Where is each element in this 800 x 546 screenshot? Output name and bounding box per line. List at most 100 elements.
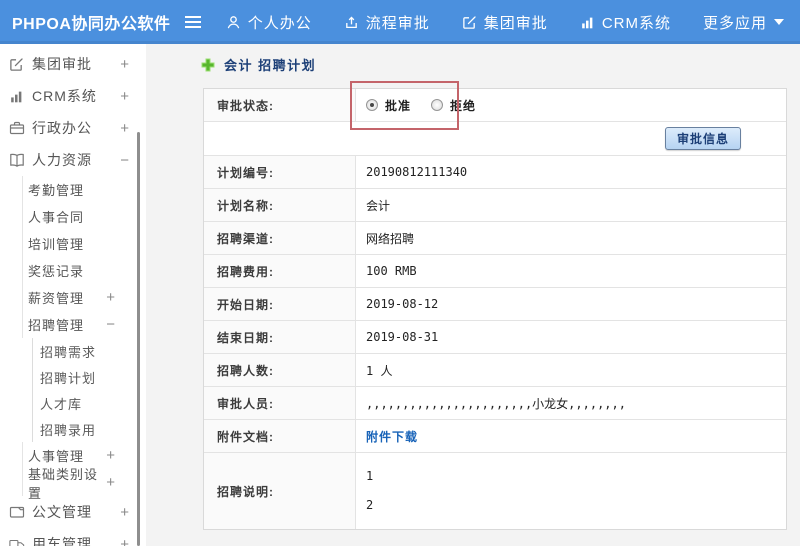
sidebar-item-label: 招聘管理 bbox=[28, 318, 85, 333]
sidebar-item-招聘管理[interactable]: 招聘管理 − bbox=[22, 311, 146, 338]
add-icon[interactable] bbox=[201, 58, 215, 72]
field-row: 计划编号: 20190812111340 bbox=[204, 156, 786, 189]
sidebar-item-培训管理[interactable]: 培训管理 bbox=[22, 230, 146, 257]
sidebar-item-label: 人才库 bbox=[40, 396, 83, 412]
field-value: 20190812111340 bbox=[366, 165, 468, 179]
expand-icon[interactable]: + bbox=[120, 121, 130, 136]
sidebar-menu: 集团审批 + CRM系统 + 行政办公 + 人力资源 − 考勤管理人事合同 培训管理奖惩记录薪资管… bbox=[0, 44, 146, 546]
edit-icon bbox=[462, 15, 477, 30]
collapse-icon[interactable]: − bbox=[120, 153, 130, 168]
sidebar-item-label: 薪资管理 bbox=[28, 291, 85, 306]
reject-radio[interactable] bbox=[431, 99, 444, 111]
sidebar-item-基础类别设置[interactable]: 基础类别设置 + bbox=[22, 467, 146, 501]
field-row: 审批人员: ,,,,,,,,,,,,,,,,,,,,,,,小龙女,,,,,,,, bbox=[204, 387, 786, 420]
field-row: 招聘费用: 100 RMB bbox=[204, 255, 786, 288]
button-row: 审批信息 bbox=[204, 122, 786, 156]
sidebar-item-行政办公[interactable]: 行政办公 + bbox=[0, 112, 146, 144]
sidebar-item-label: 考勤管理 bbox=[28, 183, 85, 198]
caret-down-icon bbox=[774, 19, 784, 25]
sidebar-item-label: CRM系统 bbox=[32, 88, 97, 104]
sidebar-item-人才库[interactable]: 人才库 bbox=[32, 390, 146, 416]
field-value: 会计 bbox=[366, 198, 391, 213]
field-label: 招聘渠道: bbox=[204, 222, 356, 254]
status-label: 审批状态: bbox=[204, 89, 356, 121]
sidebar-item-集团审批[interactable]: 集团审批 + bbox=[0, 48, 146, 80]
sidebar-item-招聘计划[interactable]: 招聘计划 bbox=[32, 364, 146, 390]
sidebar-item-label: 招聘计划 bbox=[40, 370, 97, 386]
field-value: 100 RMB bbox=[366, 264, 417, 278]
field-row: 开始日期: 2019-08-12 bbox=[204, 288, 786, 321]
sidebar-scrollbar[interactable] bbox=[137, 132, 140, 546]
sidebar-item-人力资源[interactable]: 人力资源 − bbox=[0, 144, 146, 176]
edit-icon bbox=[9, 57, 25, 72]
field-rows: 计划编号: 20190812111340 计划名称: 会计 招聘渠道: 网络招聘 招聘费用:… bbox=[204, 156, 786, 529]
description-line: 1 bbox=[366, 469, 374, 483]
expand-icon[interactable]: + bbox=[120, 57, 130, 72]
status-value: 批准 拒绝 bbox=[356, 89, 786, 121]
nav-item-label: CRM系统 bbox=[601, 14, 671, 32]
expand-icon[interactable]: + bbox=[120, 89, 130, 104]
nav-item-3[interactable]: 集团审批 bbox=[446, 0, 564, 44]
expand-icon[interactable]: + bbox=[106, 290, 116, 305]
sidebar-item-label: 用车管理 bbox=[32, 536, 92, 546]
sidebar-item-薪资管理[interactable]: 薪资管理 + bbox=[22, 284, 146, 311]
nav-item-label: 个人办公 bbox=[247, 14, 312, 32]
field-row: 招聘人数: 1 人 bbox=[204, 354, 786, 387]
nav-item-2[interactable]: 流程审批 bbox=[328, 0, 446, 44]
sidebar-item-label: 招聘录用 bbox=[40, 422, 97, 438]
sidebar-item-CRM系统[interactable]: CRM系统 + bbox=[0, 80, 146, 112]
main-menu: 个人办公 流程审批 集团审批 CRM系统 更多应用 bbox=[210, 0, 800, 44]
expand-icon[interactable]: + bbox=[106, 475, 116, 490]
sidebar: 集团审批 + CRM系统 + 行政办公 + 人力资源 − 考勤管理人事合同 培训管理奖惩记录薪资管… bbox=[0, 44, 146, 546]
sidebar-item-考勤管理[interactable]: 考勤管理 bbox=[22, 176, 146, 203]
field-value: 2019-08-31 bbox=[366, 330, 439, 344]
sidebar-item-label: 奖惩记录 bbox=[28, 264, 85, 279]
approve-radio-label[interactable]: 批准 bbox=[385, 97, 411, 114]
reject-radio-label[interactable]: 拒绝 bbox=[450, 97, 476, 114]
page-title: 会计 招聘计划 bbox=[201, 55, 316, 74]
field-row: 附件文档: 附件下载 bbox=[204, 420, 786, 453]
sidebar-item-招聘需求[interactable]: 招聘需求 bbox=[32, 338, 146, 364]
sidebar-item-label: 行政办公 bbox=[32, 120, 92, 136]
sidebar-item-用车管理[interactable]: 用车管理 + bbox=[0, 528, 146, 546]
nav-item-label: 更多应用 bbox=[702, 14, 767, 32]
field-label: 附件文档: bbox=[204, 420, 356, 452]
field-value: 2019-08-12 bbox=[366, 297, 439, 311]
page-title-text: 会计 招聘计划 bbox=[224, 58, 317, 73]
field-value: 1 人 bbox=[366, 363, 393, 378]
collapse-icon[interactable]: − bbox=[106, 317, 116, 332]
top-navbar: PHPOA协同办公软件 个人办公 流程审批 集团审批 CRM系统 更多应用 bbox=[0, 0, 800, 44]
nav-item-1[interactable]: 个人办公 bbox=[210, 0, 328, 44]
field-label: 招聘说明: bbox=[204, 453, 356, 529]
detail-table: 审批状态: 批准 拒绝 审批信息 计划编号: 20190812111340 计划名称… bbox=[203, 88, 787, 530]
sidebar-item-招聘录用[interactable]: 招聘录用 bbox=[32, 416, 146, 442]
sidebar-item-label: 集团审批 bbox=[32, 56, 92, 72]
sidebar-item-label: 招聘需求 bbox=[40, 344, 97, 360]
nav-item-4[interactable]: CRM系统 bbox=[564, 0, 687, 44]
sidebar-item-label: 公文管理 bbox=[32, 504, 92, 520]
field-label: 计划编号: bbox=[204, 156, 356, 188]
attachment-download-link[interactable]: 附件下载 bbox=[366, 428, 418, 445]
book-icon bbox=[9, 152, 25, 168]
approval-info-button[interactable]: 审批信息 bbox=[664, 127, 741, 150]
sidebar-item-人事合同[interactable]: 人事合同 bbox=[22, 203, 146, 230]
field-row: 计划名称: 会计 bbox=[204, 189, 786, 222]
field-label: 招聘费用: bbox=[204, 255, 356, 287]
expand-icon[interactable]: + bbox=[120, 505, 130, 520]
field-row: 招聘说明: 1 2 bbox=[204, 453, 786, 529]
person-icon bbox=[226, 15, 241, 30]
nav-item-5[interactable]: 更多应用 bbox=[687, 0, 800, 44]
expand-icon[interactable]: + bbox=[120, 537, 130, 546]
briefcase-icon bbox=[9, 120, 25, 136]
doc-icon bbox=[9, 504, 25, 520]
sidebar-item-奖惩记录[interactable]: 奖惩记录 bbox=[22, 257, 146, 284]
sidebar-item-label: 人事管理 bbox=[28, 449, 85, 464]
field-value: 12 bbox=[356, 453, 786, 529]
expand-icon[interactable]: + bbox=[106, 448, 116, 463]
app-logo: PHPOA协同办公软件 bbox=[12, 16, 171, 33]
status-row: 审批状态: 批准 拒绝 bbox=[204, 89, 786, 122]
approve-radio[interactable] bbox=[366, 99, 378, 111]
field-value: 附件下载 bbox=[356, 420, 786, 452]
hamburger-menu-icon[interactable] bbox=[176, 15, 210, 29]
nav-item-label: 集团审批 bbox=[483, 14, 548, 32]
